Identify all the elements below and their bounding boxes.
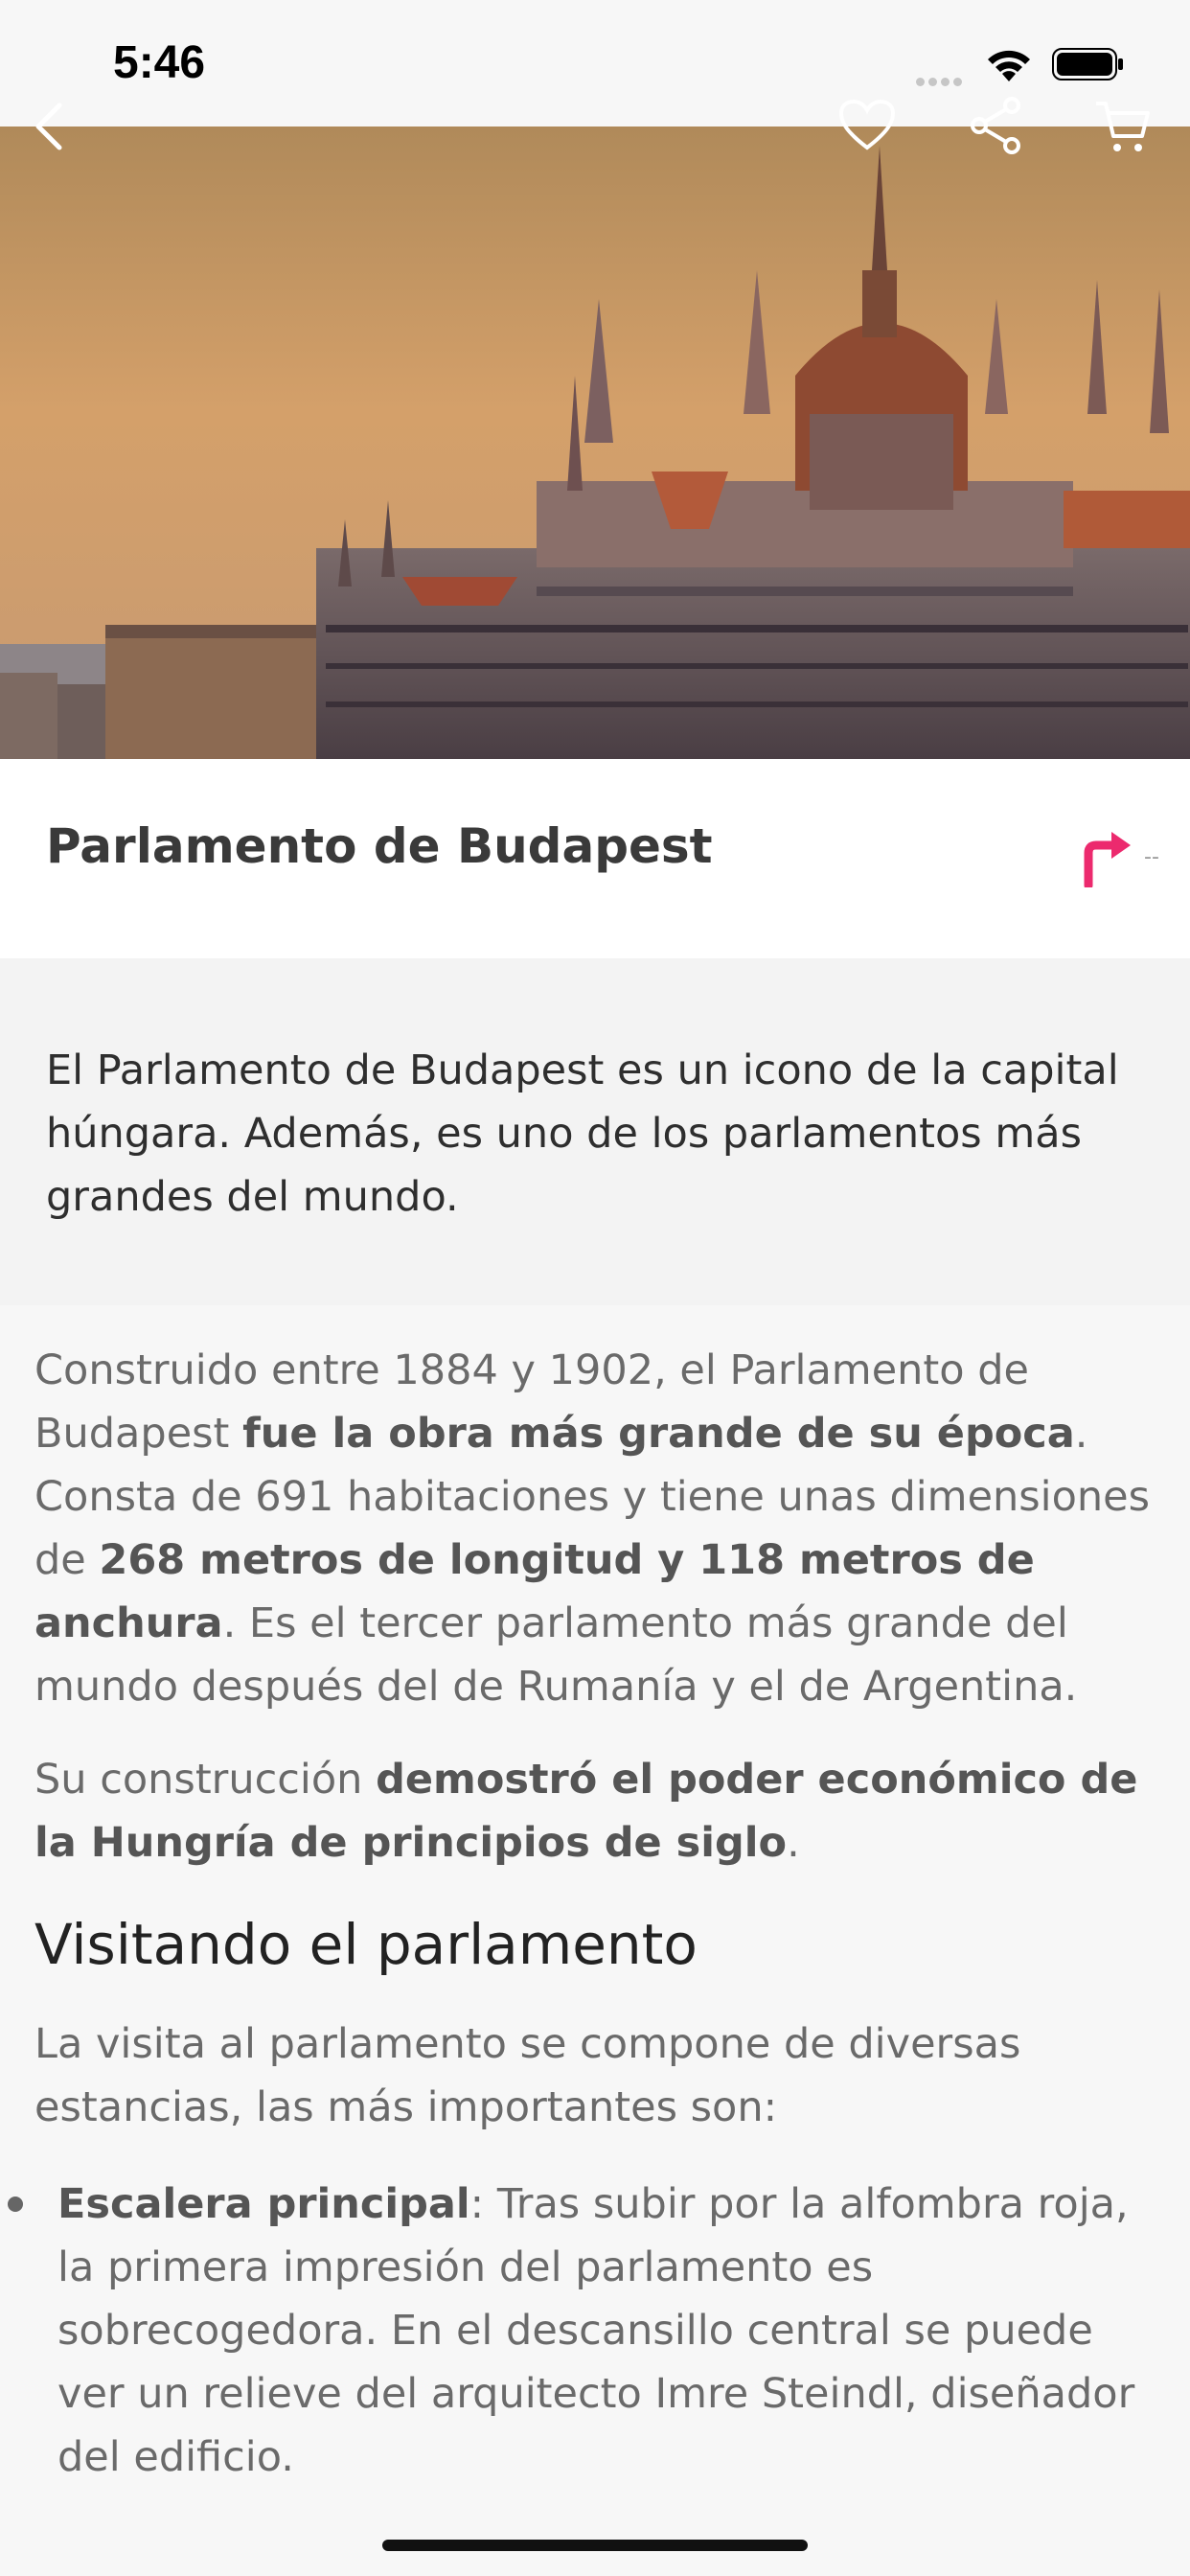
section-heading: Visitando el parlamento [34,1912,698,1977]
turn-right-arrow-icon[interactable] [1079,828,1133,887]
share-icon[interactable] [968,96,1025,155]
article-paragraph: Su construcción demostró el poder económ… [34,1748,1165,1874]
battery-icon [1052,48,1123,80]
intro-text: El Parlamento de Budapest es un icono de… [46,1046,1119,1221]
heart-icon[interactable] [837,98,897,151]
place-header: Parlamento de Budapest [0,759,1190,958]
cellular-signal-icon [916,72,966,90]
chevron-left-icon[interactable] [29,98,67,155]
cart-icon[interactable] [1092,98,1152,155]
article-paragraph: La visita al parlamento se compone de di… [34,2020,1021,2131]
article-paragraph: Construido entre 1884 y 1902, el Parlame… [34,1339,1165,1718]
hero-image [0,126,1190,759]
intro-section: El Parlamento de Budapest es un icono de… [0,958,1190,1305]
home-indicator[interactable] [382,2540,808,2551]
list-item: Escalera principal: Tras subir por la al… [57,2173,1159,2489]
paragraph-text: Su construcción [34,1756,377,1804]
bullet-dot [8,2196,23,2212]
paragraph-text: . [787,1819,800,1867]
distance-value: -- [1144,845,1159,869]
place-title: Parlamento de Budapest [46,818,713,874]
status-time: 5:46 [113,37,206,88]
top-toolbar [0,92,1190,159]
paragraph-bold: fue la obra más grande de su época [242,1410,1075,1458]
wifi-icon [988,50,1030,81]
list-item-title: Escalera principal [57,2180,470,2228]
